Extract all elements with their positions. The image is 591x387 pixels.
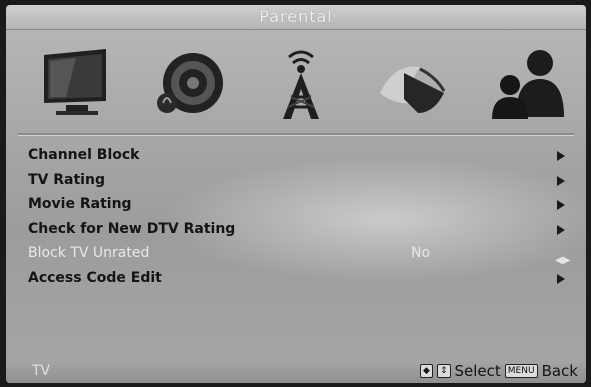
- title-bar: Parental: [6, 5, 586, 30]
- channel-antenna-icon[interactable]: [261, 43, 341, 123]
- menu-item-access-code-edit[interactable]: Access Code Edit: [6, 266, 586, 291]
- parental-menu: Channel Block TV Rating Movie Rating Che…: [6, 143, 586, 290]
- setup-satellite-icon[interactable]: [374, 43, 454, 123]
- menu-item-label: TV Rating: [28, 171, 105, 188]
- updown-key-icon: ⇕: [436, 364, 451, 378]
- category-icons: [36, 43, 566, 123]
- arrow-right-icon: [557, 224, 565, 235]
- divider: [18, 133, 574, 136]
- key-hints: ◆ ⇕ Select MENU Back: [420, 362, 578, 380]
- sound-speaker-icon[interactable]: [149, 43, 229, 123]
- source-label: TV: [32, 363, 51, 379]
- arrow-right-icon: [557, 151, 565, 161]
- menu-item-block-tv-unrated: Block TV Unrated No ◀▶: [6, 241, 586, 266]
- parental-users-icon[interactable]: [486, 43, 566, 123]
- menu-item-label: Movie Rating: [28, 196, 132, 212]
- menu-item-channel-block[interactable]: Channel Block: [6, 143, 586, 168]
- menu-item-label: Channel Block: [28, 147, 140, 163]
- osd-screen: Parental Channel Block TV Rating Movie R…: [6, 5, 586, 383]
- menu-key-icon: MENU: [504, 364, 538, 378]
- menu-item-value: No: [411, 245, 431, 261]
- menu-item-label: Access Code Edit: [28, 269, 162, 286]
- back-hint: Back: [541, 362, 578, 380]
- tv-picture-icon[interactable]: [36, 43, 116, 123]
- menu-item-label: Check for New DTV Rating: [28, 220, 236, 237]
- menu-item-label: Block TV Unrated: [28, 245, 150, 261]
- menu-item-check-dtv-rating[interactable]: Check for New DTV Rating: [6, 217, 586, 242]
- menu-item-tv-rating[interactable]: TV Rating: [6, 168, 586, 193]
- footer-bar: TV ◆ ⇕ Select MENU Back: [6, 360, 586, 383]
- menu-item-movie-rating[interactable]: Movie Rating: [6, 192, 586, 217]
- arrow-right-icon: [557, 200, 565, 210]
- select-hint: Select: [454, 362, 501, 380]
- arrow-right-icon: [557, 175, 565, 186]
- arrow-right-icon: [557, 273, 565, 284]
- tv-frame: Parental Channel Block TV Rating Movie R…: [0, 0, 591, 387]
- nav-key-icon: ◆: [420, 364, 433, 378]
- page-title: Parental: [259, 7, 333, 26]
